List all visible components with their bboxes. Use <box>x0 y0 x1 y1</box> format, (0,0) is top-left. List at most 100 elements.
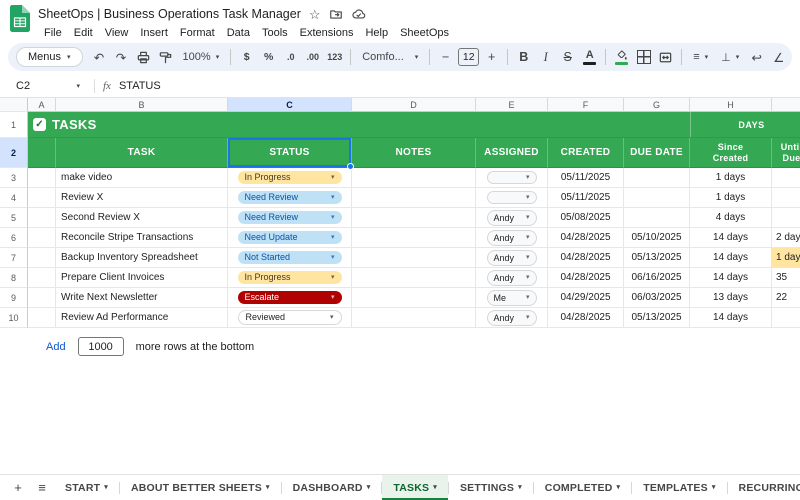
move-to-folder-icon[interactable] <box>329 7 343 21</box>
created-cell[interactable]: 04/28/2025 <box>548 228 624 248</box>
assignee-chip[interactable]: ▾ <box>486 191 537 204</box>
created-cell[interactable]: 05/11/2025 <box>548 188 624 208</box>
row-header-1[interactable]: 1 <box>0 112 28 138</box>
until-due-cell[interactable]: 22 <box>772 288 800 308</box>
row-header[interactable]: 3 <box>0 168 28 188</box>
created-cell[interactable]: 05/08/2025 <box>548 208 624 228</box>
menu-help[interactable]: Help <box>359 26 394 40</box>
col-header-e[interactable]: E <box>476 98 548 112</box>
doc-title[interactable]: SheetOps | Business Operations Task Mana… <box>38 7 301 21</box>
paint-format-button[interactable] <box>155 46 176 68</box>
assigned-cell[interactable]: Andy ▾ <box>476 268 548 288</box>
format-currency-button[interactable]: $ <box>236 46 257 68</box>
due-date-cell[interactable]: 05/13/2025 <box>624 248 690 268</box>
increase-decimals-button[interactable]: .00 <box>302 46 323 68</box>
print-button[interactable] <box>133 46 154 68</box>
increase-font-size-button[interactable]: + <box>481 46 502 68</box>
formula-input[interactable]: STATUS <box>119 80 161 92</box>
due-date-header-cell[interactable]: DUE DATE <box>624 138 690 168</box>
all-sheets-button[interactable]: ≡ <box>30 476 54 500</box>
cell-a[interactable] <box>28 208 56 228</box>
assignee-chip[interactable]: Me ▾ <box>486 289 537 306</box>
cell-a[interactable] <box>28 308 56 328</box>
decrease-decimals-button[interactable]: .0 <box>280 46 301 68</box>
bold-button[interactable]: B <box>513 46 534 68</box>
task-header-cell[interactable]: TASK <box>56 138 228 168</box>
menu-sheetops[interactable]: SheetOps <box>394 26 455 40</box>
vertical-align-button[interactable]: ⊥ ▾ <box>715 46 745 68</box>
assigned-cell[interactable]: Andy ▾ <box>476 208 548 228</box>
until-due-cell[interactable] <box>772 308 800 328</box>
cell-a[interactable] <box>28 228 56 248</box>
name-box[interactable]: C2 ▾ <box>10 80 86 92</box>
text-color-button[interactable]: A <box>579 46 600 68</box>
task-cell[interactable]: make video <box>56 168 228 188</box>
format-percent-button[interactable]: % <box>258 46 279 68</box>
notes-header-cell[interactable]: NOTES <box>352 138 476 168</box>
assignee-chip[interactable]: Andy ▾ <box>486 249 537 266</box>
col-header-h[interactable]: H <box>690 98 772 112</box>
select-all-corner[interactable] <box>0 98 28 112</box>
status-pill[interactable]: Reviewed ▾ <box>237 309 342 326</box>
undo-button[interactable]: ↶ <box>89 46 110 68</box>
fill-color-button[interactable] <box>611 46 632 68</box>
since-created-header-cell[interactable]: Since Created <box>690 138 772 168</box>
cell-a[interactable] <box>28 268 56 288</box>
horizontal-align-button[interactable]: ≡ ▾ <box>687 46 714 68</box>
status-pill[interactable]: In Progress ▾ <box>237 270 342 285</box>
strikethrough-button[interactable]: S <box>557 46 578 68</box>
status-cell[interactable]: In Progress ▾ <box>228 268 352 288</box>
tab-recurring[interactable]: RECURRING▾ <box>728 475 800 500</box>
status-cell[interactable]: Need Review ▾ <box>228 208 352 228</box>
assignee-chip[interactable]: Andy ▾ <box>486 209 537 226</box>
due-date-cell[interactable] <box>624 208 690 228</box>
row-header[interactable]: 5 <box>0 208 28 228</box>
created-cell[interactable]: 05/11/2025 <box>548 168 624 188</box>
col-header-b[interactable]: B <box>56 98 228 112</box>
task-cell[interactable]: Review X <box>56 188 228 208</box>
text-rotation-button[interactable]: ∠ <box>768 46 789 68</box>
notes-cell[interactable] <box>352 228 476 248</box>
status-cell[interactable]: In Progress ▾ <box>228 168 352 188</box>
font-size-input[interactable]: 12 <box>458 48 480 66</box>
assignee-chip[interactable]: ▾ <box>486 171 537 184</box>
add-sheet-button[interactable]: + <box>6 476 30 500</box>
due-date-cell[interactable]: 05/10/2025 <box>624 228 690 248</box>
notes-cell[interactable] <box>352 308 476 328</box>
since-created-cell[interactable]: 1 days <box>690 168 772 188</box>
assigned-cell[interactable]: ▾ <box>476 188 548 208</box>
row-header[interactable]: 4 <box>0 188 28 208</box>
due-date-cell[interactable]: 06/03/2025 <box>624 288 690 308</box>
status-pill[interactable]: Not Started ▾ <box>237 250 342 265</box>
font-family-select[interactable]: Comfo... ▾ <box>356 46 424 68</box>
row-header[interactable]: 10 <box>0 308 28 328</box>
tab-settings[interactable]: SETTINGS ▾ <box>449 475 533 500</box>
notes-cell[interactable] <box>352 188 476 208</box>
until-due-cell[interactable]: 1 day <box>772 248 800 268</box>
since-created-cell[interactable]: 14 days <box>690 268 772 288</box>
notes-cell[interactable] <box>352 268 476 288</box>
merge-cells-button[interactable] <box>655 46 676 68</box>
status-pill[interactable]: Need Update ▾ <box>237 230 342 245</box>
assignee-chip[interactable]: Andy ▾ <box>486 309 537 326</box>
more-formats-button[interactable]: 123 <box>324 46 345 68</box>
row-header[interactable]: 6 <box>0 228 28 248</box>
header-cell-a[interactable] <box>28 138 56 168</box>
assigned-cell[interactable]: Andy ▾ <box>476 308 548 328</box>
row-header-2[interactable]: 2 <box>0 138 28 168</box>
menus-button[interactable]: Menus ▾ <box>16 47 83 67</box>
menu-file[interactable]: File <box>38 26 68 40</box>
tab-tasks[interactable]: TASKS ▾ <box>382 475 448 500</box>
borders-button[interactable] <box>633 46 654 68</box>
cell-a[interactable] <box>28 288 56 308</box>
due-date-cell[interactable] <box>624 168 690 188</box>
until-due-cell[interactable] <box>772 188 800 208</box>
col-header-f[interactable]: F <box>548 98 624 112</box>
notes-cell[interactable] <box>352 288 476 308</box>
menu-tools[interactable]: Tools <box>256 26 294 40</box>
tasks-banner-cell[interactable]: ✓ TASKS DAYS <box>28 112 800 138</box>
row-header[interactable]: 8 <box>0 268 28 288</box>
assignee-chip[interactable]: Andy ▾ <box>486 229 537 246</box>
italic-button[interactable]: I <box>535 46 556 68</box>
created-cell[interactable]: 04/28/2025 <box>548 248 624 268</box>
